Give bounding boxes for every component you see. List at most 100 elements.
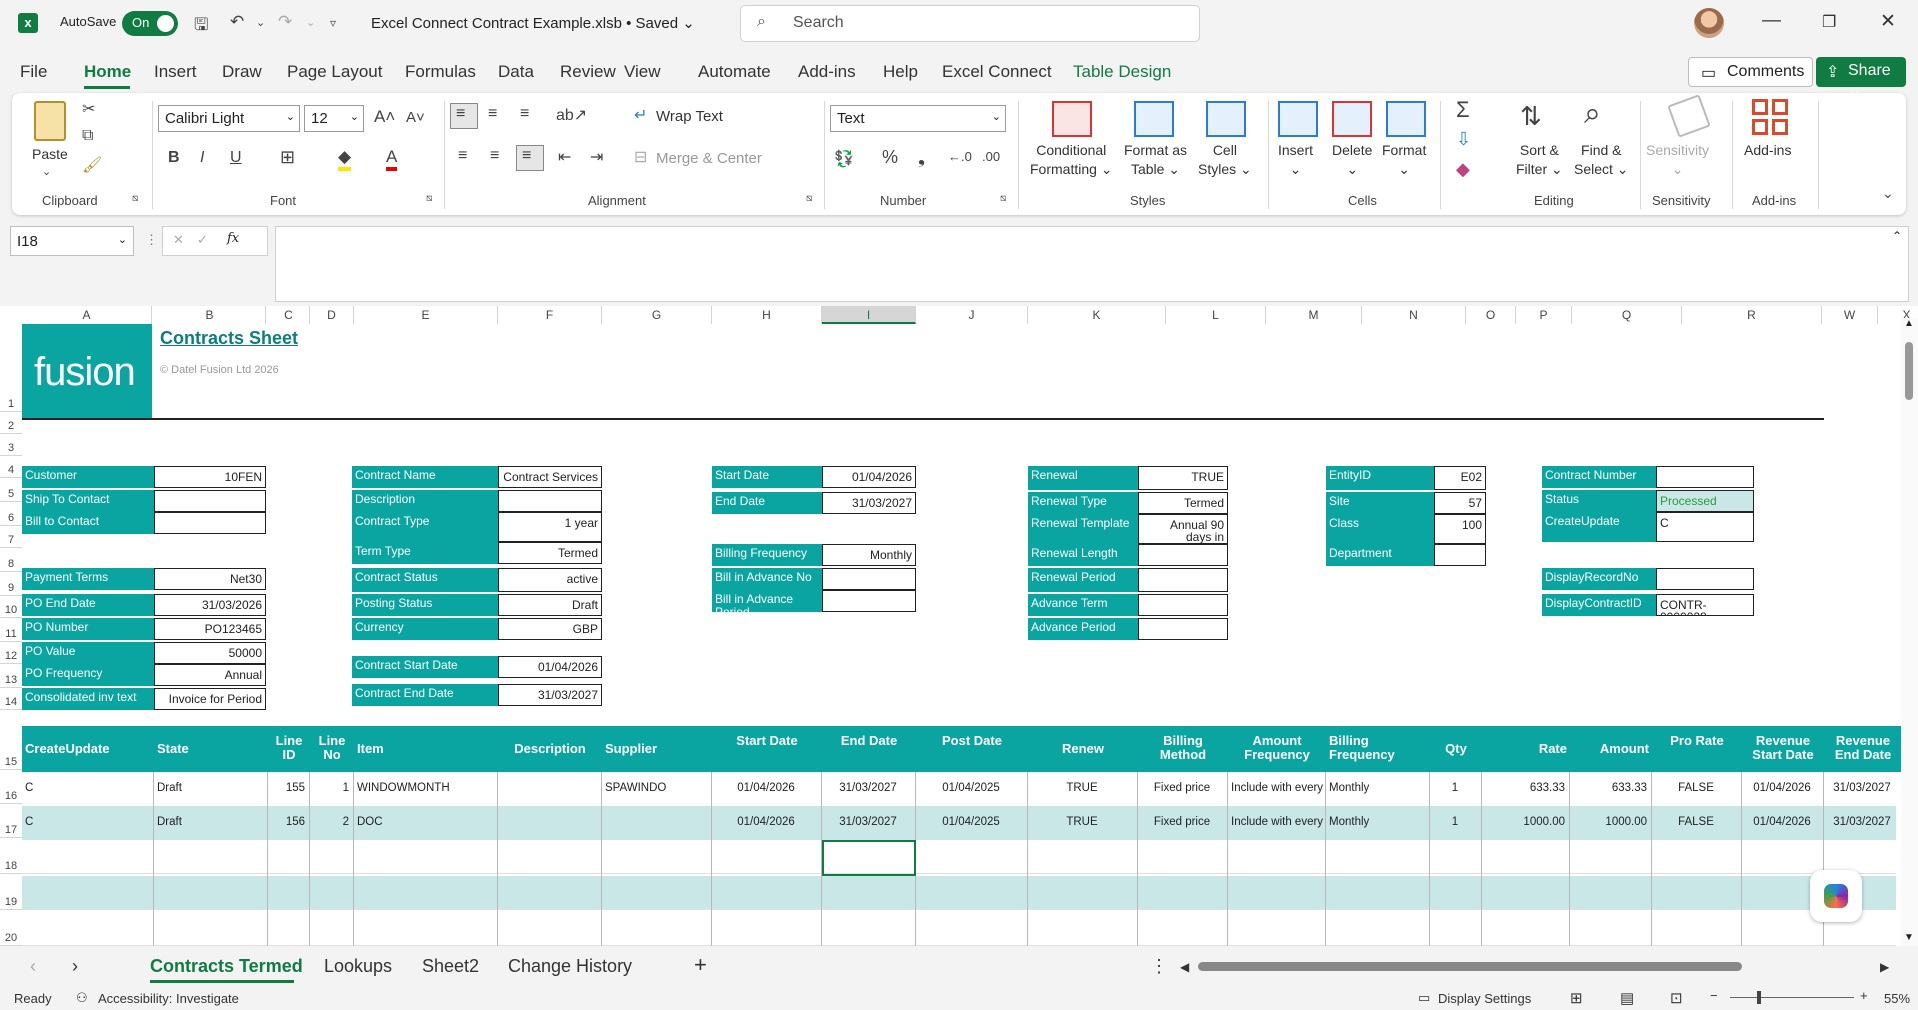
field-po-5[interactable]: Annual	[154, 664, 266, 686]
field-po-3[interactable]: PO123465	[154, 618, 266, 640]
scroll-right-icon[interactable]: ▶	[1880, 960, 1889, 974]
table-cell[interactable]: 1	[310, 772, 354, 806]
table-cell[interactable]	[602, 806, 712, 840]
table-header-19[interactable]: Revenue End Date	[1824, 726, 1902, 772]
column-header-p[interactable]: P	[1516, 306, 1572, 324]
row-header-2[interactable]: 2	[0, 412, 22, 434]
field-entity-3[interactable]: 100	[1434, 514, 1486, 544]
table-header-18[interactable]: Revenue Start Date	[1742, 726, 1824, 772]
avatar[interactable]	[1694, 8, 1724, 38]
scroll-down-icon[interactable]: ▼	[1904, 932, 1914, 943]
scroll-left-icon[interactable]: ◀	[1180, 960, 1189, 974]
table-header-8[interactable]: End Date	[822, 726, 916, 772]
row-header-20[interactable]: 20	[0, 910, 22, 946]
insert-cells-button[interactable]: Insert ⌄	[1278, 141, 1313, 179]
column-header-i[interactable]: I	[822, 306, 916, 324]
table-header-3[interactable]: Line No	[310, 726, 354, 772]
field-entity-1[interactable]: E02	[1434, 466, 1486, 490]
decrease-font-icon[interactable]: A˅	[406, 109, 425, 126]
field-cnum-2[interactable]: Processed	[1656, 490, 1754, 512]
table-header-4[interactable]: Item	[354, 726, 498, 772]
table-header-7[interactable]: Start Date	[712, 726, 822, 772]
bold-icon[interactable]: B	[168, 149, 180, 167]
column-header-c[interactable]: C	[268, 306, 310, 324]
table-cell[interactable]: 01/04/2026	[1742, 806, 1824, 840]
column-header-a[interactable]: A	[22, 306, 152, 324]
column-header-h[interactable]: H	[712, 306, 822, 324]
field-disp-1[interactable]	[1656, 568, 1754, 590]
table-cell[interactable]: Fixed price	[1138, 772, 1228, 806]
row-header-17[interactable]: 17	[0, 804, 22, 838]
row-header-11[interactable]: 11	[0, 618, 22, 642]
restore-icon[interactable]: ❐	[1822, 12, 1836, 32]
field-billing-2[interactable]	[822, 568, 916, 590]
table-header-0[interactable]: CreateUpdate	[22, 726, 154, 772]
field-contract-5[interactable]: active	[498, 568, 602, 592]
number-format-select[interactable]: Text ⌄	[830, 105, 1006, 132]
table-cell[interactable]: 31/03/2027	[1824, 772, 1902, 806]
page-break-view-icon[interactable]: ⊡	[1670, 989, 1683, 1007]
field-renewal-6[interactable]	[1138, 594, 1228, 616]
column-header-r[interactable]: R	[1682, 306, 1822, 324]
field-contract-7[interactable]: GBP	[498, 618, 602, 640]
table-row[interactable]	[22, 876, 1896, 910]
format-cells-icon[interactable]	[1386, 101, 1426, 137]
menu-tab-page-layout[interactable]: Page Layout	[287, 62, 382, 82]
column-header-f[interactable]: F	[498, 306, 602, 324]
table-header-14[interactable]: Qty	[1430, 726, 1482, 772]
menu-tab-help[interactable]: Help	[883, 62, 918, 82]
table-cell[interactable]: Fixed price	[1138, 806, 1228, 840]
add-sheet-icon[interactable]: +	[694, 952, 707, 978]
table-cell[interactable]: 155	[268, 772, 310, 806]
customize-toolbar-icon[interactable]: ▿	[330, 16, 336, 30]
cell-styles-icon[interactable]	[1206, 101, 1246, 137]
number-launcher-icon[interactable]: ⧅	[1000, 193, 1006, 204]
add-ins-icon[interactable]	[1752, 99, 1788, 135]
table-row[interactable]	[22, 840, 1896, 874]
menu-tab-home[interactable]: Home	[84, 62, 131, 82]
table-cell[interactable]: 1000.00	[1570, 806, 1652, 840]
field-renewal-1[interactable]: TRUE	[1138, 466, 1228, 490]
collapse-ribbon-icon[interactable]: ⌄	[1882, 185, 1894, 202]
copilot-button[interactable]	[1810, 870, 1862, 922]
decrease-indent-icon[interactable]: ⇤	[558, 147, 571, 167]
vertical-scrollbar[interactable]: ▲ ▼	[1901, 318, 1918, 946]
enter-icon[interactable]: ✓	[197, 232, 208, 248]
table-header-13[interactable]: Billing Frequency	[1326, 726, 1430, 772]
find-select-button[interactable]: Find & Select ⌄	[1574, 141, 1629, 179]
row-header-8[interactable]: 8	[0, 548, 22, 572]
fill-color-icon[interactable]: ◆	[338, 147, 352, 171]
table-cell[interactable]: 01/04/2026	[1742, 772, 1824, 806]
field-renewal-4[interactable]	[1138, 544, 1228, 566]
align-left-icon[interactable]: ≡	[458, 147, 467, 165]
row-header-9[interactable]: 9	[0, 572, 22, 596]
column-header-l[interactable]: L	[1166, 306, 1266, 324]
close-icon[interactable]: ✕	[1880, 10, 1896, 33]
table-cell[interactable]: Monthly	[1326, 806, 1430, 840]
accounting-format-icon[interactable]: 💱	[834, 149, 854, 169]
table-cell[interactable]: Include with every	[1228, 772, 1326, 806]
menu-tab-insert[interactable]: Insert	[154, 62, 197, 82]
sheet-options-icon[interactable]: ⋮	[1150, 956, 1168, 977]
table-cell[interactable]: 1000.00	[1482, 806, 1570, 840]
column-header-j[interactable]: J	[916, 306, 1028, 324]
conditional-formatting-button[interactable]: Conditional Formatting ⌄	[1030, 141, 1113, 179]
column-header-n[interactable]: N	[1362, 306, 1466, 324]
table-cell[interactable]: 156	[268, 806, 310, 840]
field-customer-1[interactable]: 10FEN	[154, 466, 266, 488]
table-cell[interactable]: 633.33	[1570, 772, 1652, 806]
column-header-g[interactable]: G	[602, 306, 712, 324]
table-cell[interactable]: FALSE	[1652, 772, 1742, 806]
increase-font-icon[interactable]: A˄	[374, 107, 395, 127]
field-entity-4[interactable]	[1434, 544, 1486, 566]
zoom-slider-thumb[interactable]	[1757, 991, 1761, 1004]
clipboard-launcher-icon[interactable]: ⧅	[132, 193, 138, 204]
column-header-k[interactable]: K	[1028, 306, 1166, 324]
column-header-d[interactable]: D	[310, 306, 354, 324]
redo-icon[interactable]: ↷	[278, 12, 292, 32]
insert-function-icon[interactable]: fx	[227, 231, 239, 246]
accessibility-status[interactable]: Accessibility: Investigate	[98, 991, 239, 1006]
field-contract-2[interactable]	[498, 490, 602, 512]
name-box[interactable]: I18 ⌄	[10, 226, 134, 256]
cut-icon[interactable]: ✂	[82, 99, 95, 119]
